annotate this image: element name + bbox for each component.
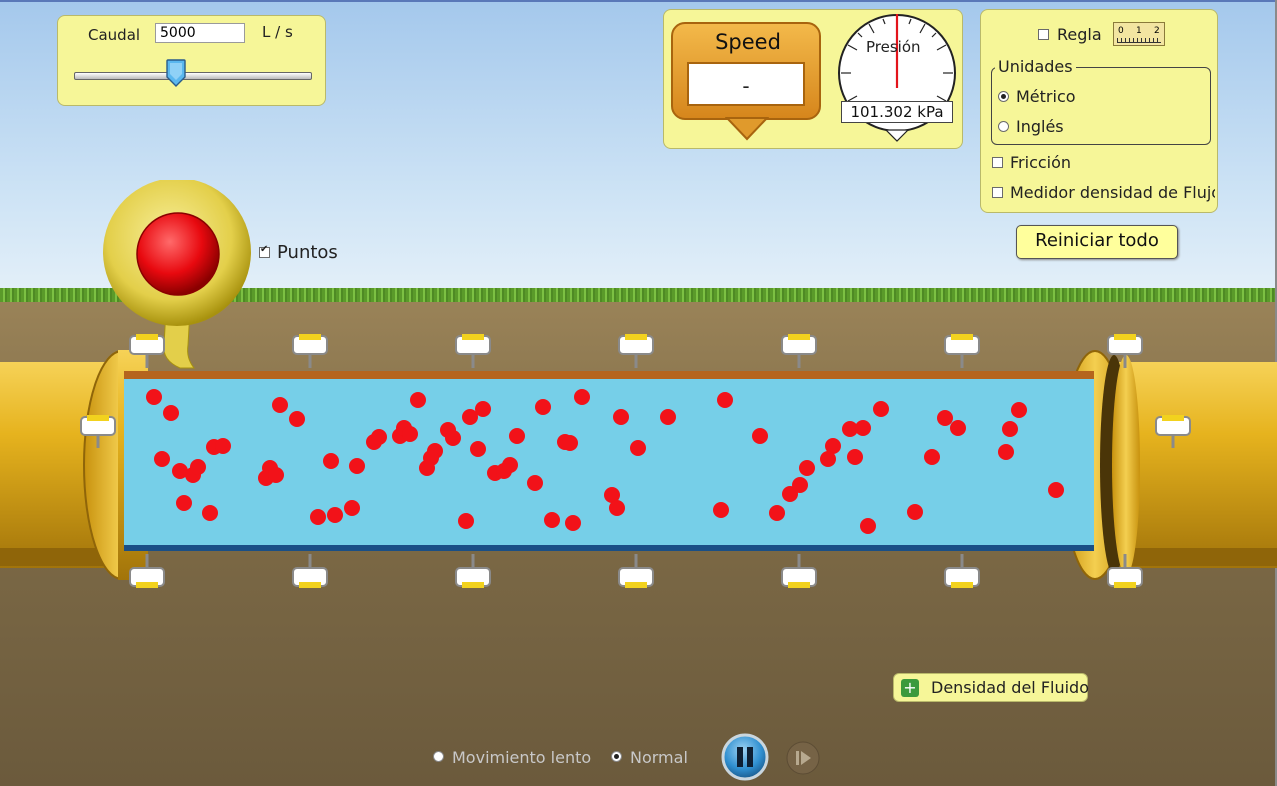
grab-handles[interactable] xyxy=(0,320,1277,600)
dots-checkbox[interactable] xyxy=(259,244,270,258)
ruler-tick-2: 2 xyxy=(1154,26,1160,36)
fluid-particle xyxy=(792,477,808,493)
fluid-particle xyxy=(613,409,629,425)
fluid-particle xyxy=(163,405,179,421)
fluid-particle xyxy=(609,500,625,516)
fluid-particle xyxy=(847,449,863,465)
step-icon[interactable] xyxy=(785,740,821,776)
fluid-particle xyxy=(924,449,940,465)
fluid-particle xyxy=(509,428,525,444)
fluid-particle xyxy=(527,475,543,491)
fluid-particle xyxy=(272,397,288,413)
fluid-particle xyxy=(344,500,360,516)
fluid-particle xyxy=(717,392,733,408)
fluid-particle xyxy=(323,453,339,469)
friction-checkbox[interactable] xyxy=(992,157,1003,168)
fluid-particle xyxy=(215,438,231,454)
pause-icon[interactable] xyxy=(721,733,769,781)
slow-motion-label: Movimiento lento xyxy=(452,748,592,767)
english-radio[interactable] xyxy=(998,121,1009,132)
fluid-particle xyxy=(565,515,581,531)
fluid-particle xyxy=(371,429,387,445)
ruler-icon: 0 1 2 xyxy=(1113,22,1165,46)
fluid-particle xyxy=(146,389,162,405)
fluid-particle xyxy=(752,428,768,444)
fluid-particle xyxy=(310,509,326,525)
friction-label: Fricción xyxy=(1010,153,1072,172)
fluid-particle xyxy=(998,444,1014,460)
flow-unit: L / s xyxy=(262,23,293,41)
flow-label: Caudal xyxy=(88,26,141,44)
fluid-particle xyxy=(1011,402,1027,418)
fluid-density-button[interactable]: + Densidad del Fluido xyxy=(893,673,1089,702)
normal-speed-radio[interactable] xyxy=(611,751,622,762)
fluid-particle xyxy=(190,459,206,475)
dots-label: Puntos xyxy=(277,242,338,263)
fluid-particle xyxy=(445,430,461,446)
fluid-particle xyxy=(410,392,426,408)
fluid-particle xyxy=(470,441,486,457)
fluid-particle xyxy=(907,504,923,520)
fluid-particle xyxy=(1002,421,1018,437)
english-label: Inglés xyxy=(1016,117,1064,136)
reset-all-button[interactable]: Reiniciar todo xyxy=(1016,225,1178,259)
fluid-particle xyxy=(402,426,418,442)
fluid-particle xyxy=(176,495,192,511)
fluid-particle xyxy=(950,420,966,436)
flow-panel: Caudal L / s xyxy=(57,15,326,106)
fluid-particle xyxy=(1048,482,1064,498)
fluid-particle xyxy=(799,460,815,476)
flow-input[interactable] xyxy=(155,23,245,43)
speed-pointer-icon xyxy=(725,117,769,141)
ruler-checkbox[interactable] xyxy=(1038,29,1049,40)
slow-motion-radio[interactable] xyxy=(433,751,444,762)
fluid-particle xyxy=(154,451,170,467)
fluid-particle xyxy=(475,401,491,417)
fluid-particle xyxy=(349,458,365,474)
flux-meter-label: Medidor densidad de Flujo xyxy=(1010,183,1215,202)
fluid-particle xyxy=(502,457,518,473)
units-title: Unidades xyxy=(995,57,1076,76)
speed-display: - xyxy=(687,62,805,106)
speed-value: - xyxy=(742,74,750,98)
fluid-particle xyxy=(713,502,729,518)
fluid-particle xyxy=(630,440,646,456)
flow-slider-track[interactable] xyxy=(74,72,312,80)
ruler-label: Regla xyxy=(1057,25,1102,44)
pressure-label: Presión xyxy=(866,38,921,56)
fluid-particle xyxy=(562,435,578,451)
plus-icon: + xyxy=(901,679,919,697)
fluid-particle xyxy=(769,505,785,521)
fluid-particle xyxy=(860,518,876,534)
speed-sign[interactable]: Speed - xyxy=(671,22,821,120)
fluid-particle xyxy=(660,409,676,425)
fluid-particle xyxy=(535,399,551,415)
fluid-particle xyxy=(574,389,590,405)
top-border xyxy=(0,0,1277,2)
fluid-particle xyxy=(419,460,435,476)
normal-speed-label: Normal xyxy=(630,748,688,767)
fluid-particle xyxy=(825,438,841,454)
ruler-tick-1: 1 xyxy=(1136,26,1142,36)
fluid-particle xyxy=(873,401,889,417)
metric-label: Métrico xyxy=(1016,87,1076,106)
flux-meter-clip: Medidor densidad de Flujo xyxy=(1010,183,1215,205)
fluid-particle xyxy=(458,513,474,529)
fluid-density-label: Densidad del Fluido xyxy=(931,678,1089,697)
fluid-particle xyxy=(855,420,871,436)
metric-radio[interactable] xyxy=(998,91,1009,102)
pressure-reading: 101.302 kPa xyxy=(841,101,953,123)
slider-thumb-icon[interactable] xyxy=(166,59,186,87)
fluid-particle xyxy=(289,411,305,427)
fluid-particle xyxy=(327,507,343,523)
fluid-particle xyxy=(268,467,284,483)
flux-meter-checkbox[interactable] xyxy=(992,187,1003,198)
ruler-tick-0: 0 xyxy=(1118,26,1124,36)
options-panel: Regla 0 1 2 Unidades Métrico Inglés Fric… xyxy=(980,9,1218,213)
speed-title: Speed xyxy=(715,30,781,54)
fluid-particle xyxy=(544,512,560,528)
fluid-particle xyxy=(202,505,218,521)
